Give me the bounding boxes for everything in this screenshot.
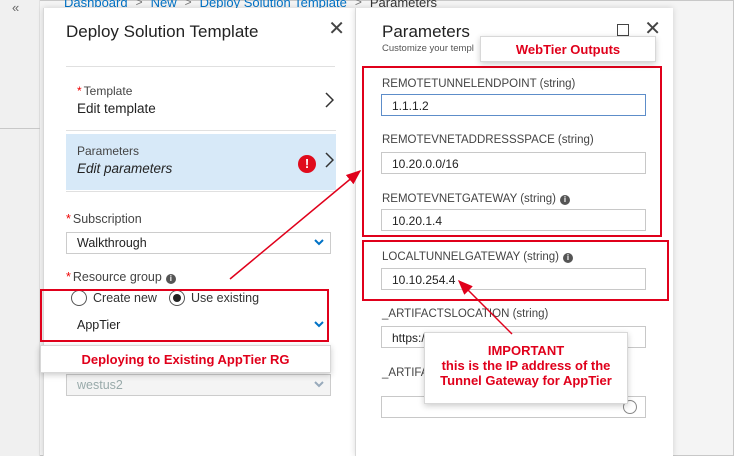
location-value: westus2 (77, 378, 123, 392)
subscription-value: Walkthrough (77, 236, 147, 250)
important-title: IMPORTANT (487, 343, 565, 358)
divider (66, 191, 336, 192)
parameters-nav-item[interactable]: Parameters Edit parameters ! (66, 134, 336, 190)
important-callout: IMPORTANT this is the IP address of the … (424, 332, 628, 404)
rail-divider (0, 128, 40, 129)
close-icon[interactable]: ✕ (328, 19, 345, 39)
blade-subtitle: Customize your templ (382, 43, 474, 54)
resource-group-highlight-box (40, 289, 329, 342)
param-label-artifactslocation: _ARTIFACTSLOCATION (string) (382, 308, 549, 320)
location-dropdown[interactable]: westus2 (66, 374, 331, 396)
divider (66, 66, 335, 67)
maximize-icon[interactable] (617, 24, 629, 36)
important-line-2: Tunnel Gateway for AppTier (440, 373, 612, 388)
required-marker: * (77, 84, 82, 98)
blade-title: Parameters (382, 22, 470, 41)
localtunnelgateway-highlight-box (362, 240, 669, 301)
resource-group-label-text: Resource group (72, 270, 162, 284)
chevron-down-icon (314, 239, 324, 246)
subscription-label: * Subscription (66, 212, 142, 226)
info-icon[interactable]: i (165, 274, 176, 284)
template-label: * Template (77, 84, 132, 98)
chevron-right-icon (325, 152, 334, 168)
deploying-callout: Deploying to Existing AppTier RG (40, 345, 331, 373)
divider (66, 130, 336, 131)
template-value: Edit template (77, 101, 156, 116)
important-line-1: this is the IP address of the (441, 358, 611, 373)
resource-group-label: * Resource group i (66, 270, 176, 284)
required-marker: * (66, 270, 71, 284)
template-nav-item[interactable]: * Template Edit template (66, 74, 336, 130)
webtier-outputs-highlight-box (362, 66, 662, 237)
blade-title: Deploy Solution Template (66, 22, 259, 41)
template-label-text: Template (83, 84, 133, 98)
parameters-label: Parameters (77, 144, 140, 158)
left-rail: « (0, 0, 40, 456)
chevron-right-icon (325, 92, 334, 108)
deploy-solution-template-blade: Deploy Solution Template ✕ * Template Edi… (43, 8, 355, 456)
parameters-value: Edit parameters (77, 161, 173, 176)
subscription-label-text: Subscription (72, 212, 142, 226)
error-icon: ! (298, 155, 316, 173)
subscription-dropdown[interactable]: Walkthrough (66, 232, 331, 254)
webtier-outputs-callout: WebTier Outputs (480, 36, 656, 62)
required-marker: * (66, 212, 71, 226)
collapse-chevron-icon[interactable]: « (12, 0, 19, 15)
chevron-down-icon (314, 381, 324, 388)
